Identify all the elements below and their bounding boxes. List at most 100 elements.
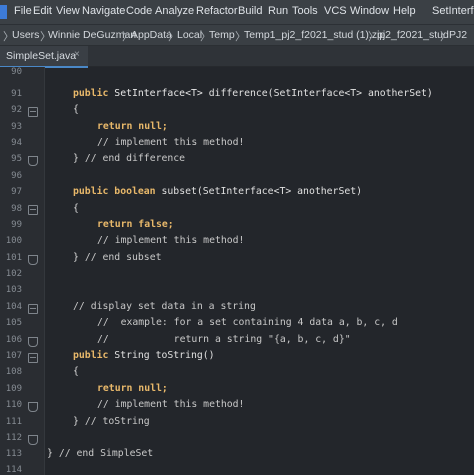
breadcrumb-item[interactable]: PJ2 — [449, 29, 467, 41]
line-number: 111 — [5, 417, 22, 427]
menu-view[interactable]: View — [56, 5, 80, 17]
line-number: 94 — [11, 138, 22, 148]
line-number: 109 — [5, 384, 22, 394]
line-number: 104 — [5, 302, 22, 312]
fold-end-icon[interactable] — [28, 156, 38, 166]
method-signature: String toString() — [114, 350, 215, 361]
menu-help[interactable]: Help — [393, 5, 416, 17]
close-icon[interactable]: × — [74, 49, 80, 60]
menu-code[interactable]: Code — [126, 5, 152, 17]
breadcrumb-item[interactable]: Temp — [209, 29, 235, 41]
keyword: return — [97, 383, 133, 394]
closing-brace: } — [47, 448, 53, 459]
line-number: 97 — [11, 187, 22, 197]
line-number: 95 — [11, 154, 22, 164]
line-number: 93 — [11, 122, 22, 132]
closing-brace: } — [73, 252, 79, 263]
menu-file[interactable]: File — [14, 5, 32, 17]
fold-end-icon[interactable] — [28, 255, 38, 265]
code-line-91: public SetInterface<T> difference(SetInt… — [73, 88, 433, 99]
code-line-98: { — [73, 203, 79, 214]
code-line-106: // return a string "{a, b, c, d}" — [97, 334, 351, 345]
breadcrumb-item[interactable]: pj2_f2021_stud — [377, 29, 449, 41]
fold-icon[interactable] — [28, 107, 38, 117]
code-line-101: } // end subset — [73, 252, 162, 263]
fold-end-icon[interactable] — [28, 337, 38, 347]
keyword: return — [97, 121, 133, 132]
keyword: false; — [138, 219, 174, 230]
tab-label: SimpleSet.java — [6, 50, 77, 62]
breadcrumb: 〉 Users 〉 Winnie DeGuzman 〉 AppData 〉 Lo… — [0, 25, 474, 46]
breadcrumb-item[interactable]: Users — [12, 29, 39, 41]
code-editor[interactable]: public SetInterface<T> difference(SetInt… — [45, 67, 474, 475]
menu-bar: File Edit View Navigate Code Analyze Ref… — [0, 0, 474, 25]
fold-end-icon[interactable] — [28, 435, 38, 445]
line-number: 101 — [5, 253, 22, 263]
code-line-113: } // end SimpleSet — [47, 448, 153, 459]
method-signature: subset(SetInterface<T> anotherSet) — [161, 186, 363, 197]
editor-gutter: 90 91 92 93 94 95 96 97 98 99 100 101 10… — [0, 67, 45, 475]
line-number: 106 — [5, 335, 22, 345]
code-line-107: public String toString() — [73, 350, 215, 361]
code-line-100: // implement this method! — [97, 235, 245, 246]
line-number: 102 — [5, 269, 22, 279]
menu-tools[interactable]: Tools — [292, 5, 318, 17]
comment: // end subset — [84, 252, 162, 263]
line-number: 114 — [5, 465, 22, 475]
line-number: 105 — [5, 318, 22, 328]
menu-edit[interactable]: Edit — [33, 5, 52, 17]
line-number: 113 — [5, 449, 22, 459]
line-number: 107 — [5, 351, 22, 361]
code-line-105: // example: for a set containing 4 data … — [97, 317, 398, 328]
keyword: null; — [138, 383, 168, 394]
tab-simpleset-java[interactable]: SimpleSet.java × — [0, 46, 88, 68]
menu-navigate[interactable]: Navigate — [82, 5, 125, 17]
fold-icon[interactable] — [28, 205, 38, 215]
line-number: 112 — [5, 433, 22, 443]
menu-analyze[interactable]: Analyze — [155, 5, 194, 17]
code-line-99: return false; — [97, 219, 174, 230]
comment: // end SimpleSet — [58, 448, 154, 459]
keyword: public — [73, 186, 109, 197]
app-icon — [0, 5, 7, 19]
line-number: 110 — [5, 400, 22, 410]
line-number: 90 — [11, 67, 22, 77]
line-number: 98 — [11, 204, 22, 214]
fold-icon[interactable] — [28, 353, 38, 363]
code-line-109: return null; — [97, 383, 168, 394]
keyword: public — [73, 88, 109, 99]
keyword: return — [97, 219, 133, 230]
line-number: 99 — [11, 220, 22, 230]
closing-brace: } — [73, 416, 79, 427]
code-line-108: { — [73, 366, 79, 377]
line-number: 96 — [11, 171, 22, 181]
breadcrumb-item[interactable]: Local — [177, 29, 202, 41]
code-line-94: // implement this method! — [97, 137, 245, 148]
line-number: 108 — [5, 367, 22, 377]
fold-end-icon[interactable] — [28, 402, 38, 412]
menu-build[interactable]: Build — [238, 5, 262, 17]
fold-icon[interactable] — [28, 304, 38, 314]
code-line-95: } // end difference — [73, 153, 185, 164]
line-number: 103 — [5, 285, 22, 295]
window-title: SetInterfac — [432, 5, 474, 17]
comment: // toString — [84, 416, 150, 427]
code-line-104: // display set data in a string — [73, 301, 256, 312]
closing-brace: } — [73, 153, 79, 164]
line-number: 92 — [11, 105, 22, 115]
code-line-111: } // toString — [73, 416, 150, 427]
code-line-92: { — [73, 104, 79, 115]
line-number: 100 — [5, 236, 22, 246]
menu-window[interactable]: Window — [350, 5, 389, 17]
line-number: 91 — [11, 89, 22, 99]
keyword: boolean — [114, 186, 156, 197]
type-name: SetInterface<T> — [114, 88, 203, 99]
breadcrumb-item[interactable]: Temp1_pj2_f2021_stud (1).zip — [244, 29, 385, 41]
breadcrumb-item[interactable]: AppData — [131, 29, 172, 41]
code-line-97: public boolean subset(SetInterface<T> an… — [73, 186, 362, 197]
editor-tab-bar: SimpleSet.java × — [0, 46, 474, 68]
menu-vcs[interactable]: VCS — [324, 5, 347, 17]
keyword: public — [73, 350, 109, 361]
menu-refactor[interactable]: Refactor — [196, 5, 238, 17]
menu-run[interactable]: Run — [268, 5, 288, 17]
